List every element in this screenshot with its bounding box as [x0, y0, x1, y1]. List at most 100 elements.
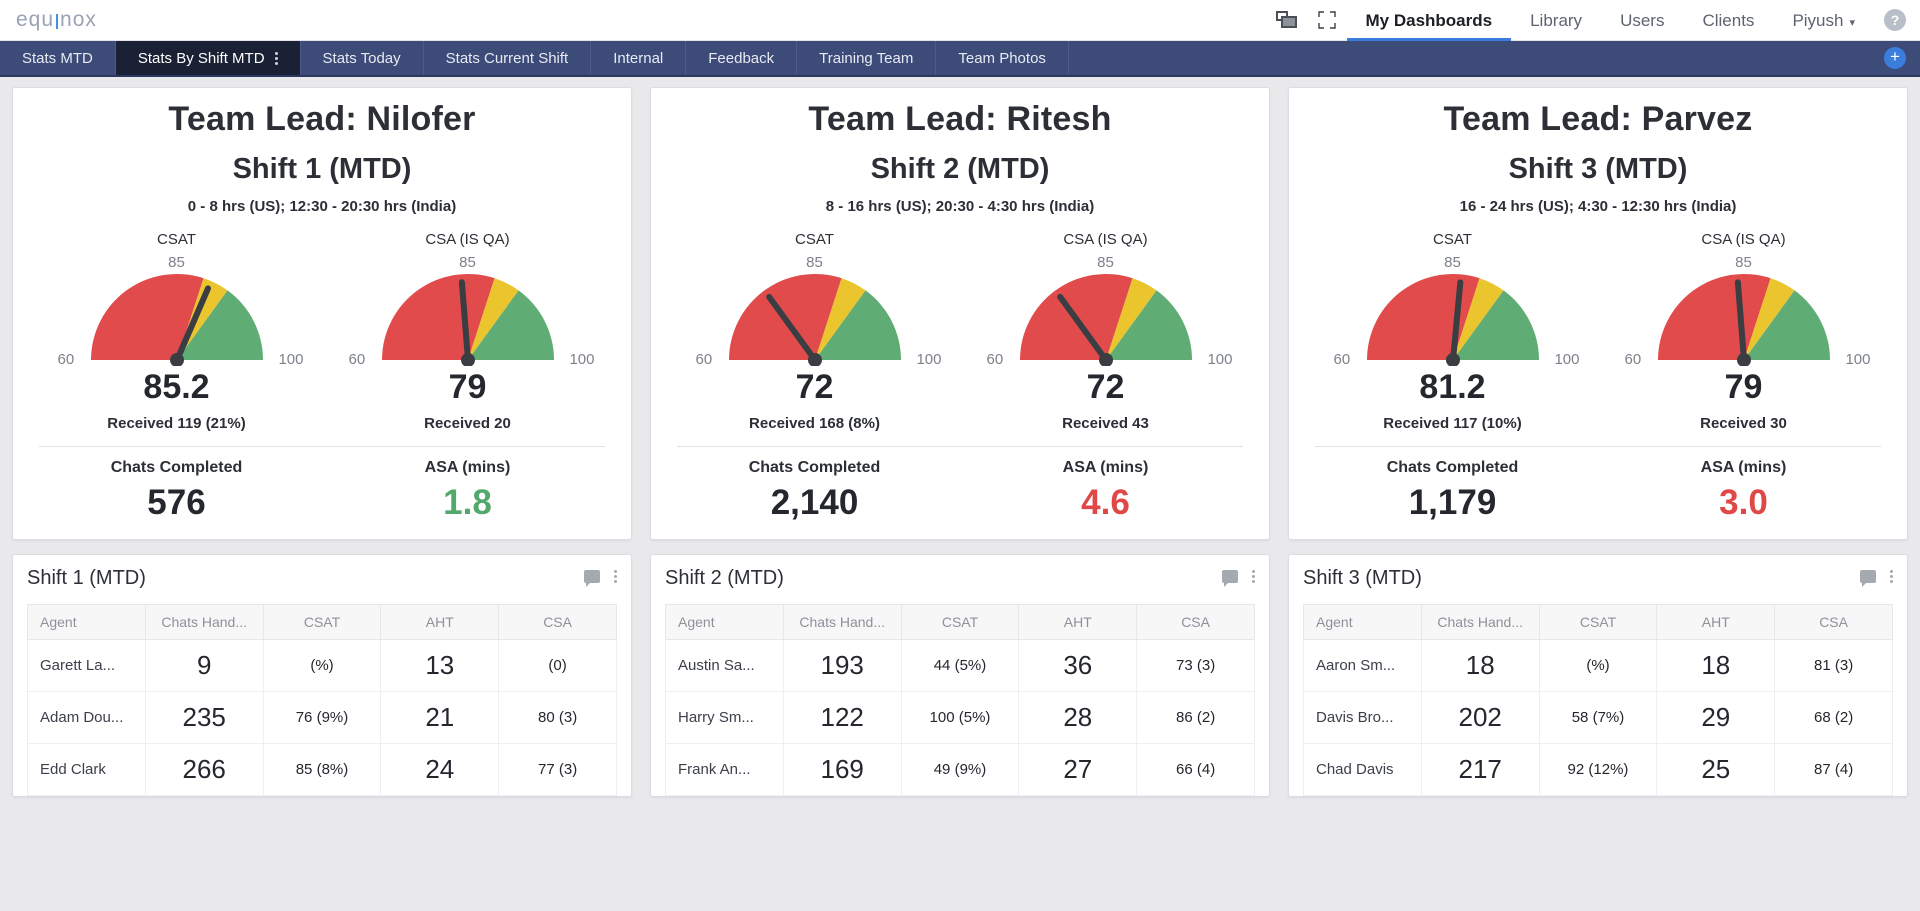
table-row[interactable]: Edd Clark 266 85 (8%) 24 77 (3): [27, 743, 617, 796]
table-menu-icon[interactable]: [1252, 570, 1255, 583]
cell-agent: Austin Sa...: [665, 639, 784, 692]
table-card-shift-1: Shift 1 (MTD) Agent Chats Hand... CSAT A…: [12, 554, 632, 797]
screens-icon[interactable]: [1267, 0, 1307, 41]
col-csa[interactable]: CSA: [1774, 604, 1893, 640]
top-navigation: My Dashboards Library Users Clients Piyu…: [1267, 0, 1920, 40]
nav-users[interactable]: Users: [1601, 0, 1683, 41]
help-icon[interactable]: ?: [1884, 9, 1906, 31]
table-card-actions: [1222, 567, 1255, 587]
col-aht[interactable]: AHT: [1018, 604, 1138, 640]
cell-csat: 58 (7%): [1538, 691, 1658, 744]
tab-team-photos[interactable]: Team Photos: [936, 41, 1069, 75]
table-card-header: Shift 3 (MTD): [1303, 567, 1893, 590]
chevron-down-icon: ▾: [1849, 16, 1855, 29]
cell-csa: 66 (4): [1136, 743, 1255, 796]
col-chats-handled[interactable]: Chats Hand...: [1420, 604, 1540, 640]
comment-icon[interactable]: [1222, 570, 1238, 587]
comment-icon[interactable]: [1860, 570, 1876, 587]
agent-table: Agent Chats Hand... CSAT AHT CSA Aaron S…: [1303, 604, 1893, 796]
table-menu-icon[interactable]: [1890, 570, 1893, 583]
col-agent[interactable]: Agent: [1303, 604, 1422, 640]
metric-chats-completed: Chats Completed 2,140: [669, 459, 960, 523]
app-logo[interactable]: equ nox: [16, 8, 97, 32]
nav-library[interactable]: Library: [1511, 0, 1601, 41]
cell-chats: 9: [144, 639, 264, 692]
table-menu-icon[interactable]: [614, 570, 617, 583]
col-agent[interactable]: Agent: [665, 604, 784, 640]
gauge-label: CSA (IS QA): [425, 231, 510, 248]
col-csat[interactable]: CSAT: [1538, 604, 1658, 640]
col-csat[interactable]: CSAT: [900, 604, 1020, 640]
gauge-received: Received 119 (21%): [107, 415, 246, 432]
table-row[interactable]: Harry Sm... 122 100 (5%) 28 86 (2): [665, 691, 1255, 744]
gauge-max-label: 100: [1845, 351, 1871, 368]
col-chats-handled[interactable]: Chats Hand...: [782, 604, 902, 640]
col-csa[interactable]: CSA: [1136, 604, 1255, 640]
col-chats-handled[interactable]: Chats Hand...: [144, 604, 264, 640]
tab-stats-today[interactable]: Stats Today: [301, 41, 424, 75]
gauge-max-label: 100: [569, 351, 595, 368]
table-row[interactable]: Adam Dou... 235 76 (9%) 21 80 (3): [27, 691, 617, 744]
cell-csat: 49 (9%): [900, 743, 1020, 796]
tab-label: Feedback: [708, 49, 775, 67]
table-card-shift-2: Shift 2 (MTD) Agent Chats Hand... CSAT A…: [650, 554, 1270, 797]
cell-aht: 21: [380, 691, 500, 744]
table-row[interactable]: Chad Davis 217 92 (12%) 25 87 (4): [1303, 743, 1893, 796]
cell-agent: Edd Clark: [27, 743, 146, 796]
cell-csat: 76 (9%): [262, 691, 382, 744]
metric-asa: ASA (mins) 3.0: [1598, 459, 1889, 523]
gauge-target-label: 85: [168, 254, 185, 271]
cell-chats: 202: [1420, 691, 1540, 744]
table-header-row: Agent Chats Hand... CSAT AHT CSA: [665, 604, 1255, 640]
gauge-dial: 85 60 100: [1334, 254, 1580, 368]
add-tab-button[interactable]: +: [1884, 47, 1906, 69]
table-card-header: Shift 2 (MTD): [665, 567, 1255, 590]
logo-text-left: equ: [16, 8, 55, 31]
user-menu[interactable]: Piyush ▾: [1773, 0, 1874, 41]
gauge-value: 72: [1086, 368, 1125, 406]
col-csa[interactable]: CSA: [498, 604, 617, 640]
gauge-csat: CSAT 85 60 100 81.2 Received 117 (10%): [1307, 231, 1598, 432]
tab-label: Stats Today: [322, 49, 401, 67]
gauge-value: 72: [795, 368, 834, 406]
tab-menu-icon[interactable]: [274, 51, 278, 65]
nav-clients[interactable]: Clients: [1683, 0, 1773, 41]
table-row[interactable]: Austin Sa... 193 44 (5%) 36 73 (3): [665, 639, 1255, 692]
comment-icon[interactable]: [584, 570, 600, 587]
kpi-card-shift-3: Team Lead: Parvez Shift 3 (MTD) 16 - 24 …: [1288, 87, 1908, 540]
nav-my-dashboards[interactable]: My Dashboards: [1347, 0, 1512, 41]
gauge-received: Received 30: [1700, 415, 1787, 432]
metric-value: 1.8: [443, 483, 492, 522]
col-csat[interactable]: CSAT: [262, 604, 382, 640]
tab-stats-mtd[interactable]: Stats MTD: [0, 41, 116, 75]
cell-chats: 217: [1420, 743, 1540, 796]
gauge-group: CSAT 85 60 100 85.2 Received 119 (21%) C…: [31, 231, 613, 432]
metric-value: 576: [147, 483, 206, 522]
cell-agent: Frank An...: [665, 743, 784, 796]
table-row[interactable]: Garett La... 9 (%) 13 (0): [27, 639, 617, 692]
gauge-label: CSAT: [157, 231, 196, 248]
table-row-container: Shift 1 (MTD) Agent Chats Hand... CSAT A…: [12, 554, 1908, 797]
col-aht[interactable]: AHT: [380, 604, 500, 640]
shift-title: Shift 3 (MTD): [1508, 153, 1688, 185]
col-aht[interactable]: AHT: [1656, 604, 1776, 640]
tab-internal[interactable]: Internal: [591, 41, 687, 75]
gauge-target-label: 85: [1735, 254, 1752, 271]
cell-agent: Davis Bro...: [1303, 691, 1422, 744]
cell-aht: 36: [1018, 639, 1138, 692]
gauge-max-label: 100: [1207, 351, 1233, 368]
expand-icon[interactable]: [1307, 0, 1347, 41]
table-row[interactable]: Frank An... 169 49 (9%) 27 66 (4): [665, 743, 1255, 796]
table-row[interactable]: Davis Bro... 202 58 (7%) 29 68 (2): [1303, 691, 1893, 744]
tab-stats-current-shift[interactable]: Stats Current Shift: [424, 41, 592, 75]
col-agent[interactable]: Agent: [27, 604, 146, 640]
table-row[interactable]: Aaron Sm... 18 (%) 18 81 (3): [1303, 639, 1893, 692]
table-header-row: Agent Chats Hand... CSAT AHT CSA: [1303, 604, 1893, 640]
tab-stats-by-shift-mtd[interactable]: Stats By Shift MTD: [115, 41, 301, 75]
table-card-actions: [584, 567, 617, 587]
dashboard-tab-strip: Stats MTD Stats By Shift MTD Stats Today…: [0, 41, 1920, 77]
tab-training-team[interactable]: Training Team: [797, 41, 937, 75]
table-header-row: Agent Chats Hand... CSAT AHT CSA: [27, 604, 617, 640]
tab-feedback[interactable]: Feedback: [686, 41, 798, 75]
metric-value: 1,179: [1408, 483, 1497, 522]
